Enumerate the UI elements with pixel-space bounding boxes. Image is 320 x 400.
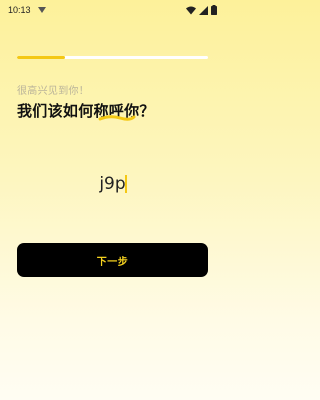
progress-bar bbox=[17, 56, 208, 59]
wifi-icon bbox=[186, 6, 196, 14]
signal-icon bbox=[199, 5, 208, 15]
status-bar: 10:13 bbox=[0, 0, 225, 20]
highlight-underline bbox=[98, 115, 136, 121]
status-time: 10:13 bbox=[8, 5, 31, 15]
text-caret bbox=[125, 175, 127, 193]
notification-icon bbox=[37, 7, 46, 13]
next-button[interactable]: 下一步 bbox=[17, 243, 208, 277]
progress-fill bbox=[17, 56, 65, 59]
name-input[interactable] bbox=[82, 174, 143, 194]
greeting-text: 很高兴见到你！ bbox=[17, 86, 90, 97]
name-input-container bbox=[17, 170, 208, 198]
status-icons bbox=[186, 5, 217, 15]
battery-icon bbox=[211, 5, 217, 15]
